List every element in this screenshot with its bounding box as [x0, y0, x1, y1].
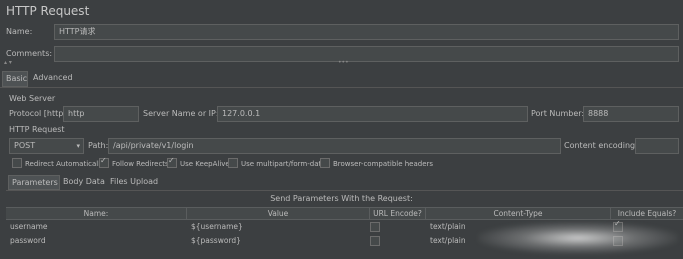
param-value-cell[interactable]: ${password}: [191, 235, 241, 247]
content-encoding-input[interactable]: [635, 138, 679, 154]
content-type-cell[interactable]: text/plain: [430, 235, 466, 247]
http-request-section-label: HTTP Request: [9, 125, 65, 134]
option-use-multipart[interactable]: Use multipart/form-data: [228, 157, 326, 170]
content-encoding-label: Content encoding:: [564, 141, 638, 150]
column-header-include-equals[interactable]: Include Equals?: [611, 208, 683, 220]
column-header-value[interactable]: Value: [187, 208, 370, 220]
tab-body-data[interactable]: Body Data: [63, 176, 105, 188]
port-input[interactable]: 8888: [583, 106, 679, 122]
tab-parameters[interactable]: Parameters: [8, 175, 60, 190]
params-table-header: Name: Value URL Encode? Content-Type Inc…: [6, 207, 683, 220]
subtab-divider: [6, 190, 683, 191]
params-caption: Send Parameters With the Request:: [270, 194, 413, 203]
column-header-url-encode[interactable]: URL Encode?: [370, 208, 426, 220]
protocol-input[interactable]: http: [63, 106, 139, 122]
param-value-cell[interactable]: ${username}: [191, 221, 243, 233]
comments-label: Comments:: [6, 49, 53, 58]
param-name-cell[interactable]: password: [10, 235, 46, 247]
blurred-watermark: [478, 222, 678, 254]
option-follow-redirects[interactable]: Follow Redirects: [99, 155, 169, 170]
option-browser-compatible-headers[interactable]: Browser-compatible headers: [320, 157, 433, 170]
content-type-cell[interactable]: text/plain: [430, 221, 466, 233]
server-name-label: Server Name or IP:: [143, 109, 219, 118]
page-title: HTTP Request: [6, 4, 90, 18]
tab-basic[interactable]: Basic: [2, 71, 28, 87]
chevron-down-icon: ▾: [76, 142, 80, 150]
column-header-content-type[interactable]: Content-Type: [426, 208, 611, 220]
url-encode-cell[interactable]: [370, 236, 380, 247]
splitter[interactable]: ▴ ▾ •••: [0, 59, 683, 69]
name-input[interactable]: HTTP请求: [54, 24, 679, 40]
option-redirect-automatically[interactable]: Redirect Automatically: [12, 157, 104, 170]
url-encode-cell[interactable]: [370, 222, 380, 233]
web-server-section-label: Web Server: [9, 94, 56, 103]
column-header-name[interactable]: Name:: [6, 208, 187, 220]
path-input[interactable]: /api/private/v1/login: [108, 138, 561, 154]
protocol-label: Protocol [http]:: [9, 109, 70, 118]
option-use-keepalive[interactable]: Use KeepAlive: [167, 155, 230, 170]
tab-files-upload[interactable]: Files Upload: [110, 176, 158, 188]
comments-input[interactable]: [54, 46, 679, 62]
method-value: POST: [14, 141, 36, 150]
checkbox-follow-redirects[interactable]: [99, 155, 109, 168]
server-name-input[interactable]: 127.0.0.1: [217, 106, 528, 122]
url-encode-checkbox[interactable]: [370, 222, 380, 232]
checkbox-use-keepalive[interactable]: [167, 155, 177, 168]
url-encode-checkbox[interactable]: [370, 236, 380, 246]
param-name-cell[interactable]: username: [10, 221, 48, 233]
collapse-arrows-icon[interactable]: ▴ ▾: [4, 59, 12, 66]
tab-advanced[interactable]: Advanced: [33, 72, 73, 84]
checkbox-browser-compatible-headers[interactable]: [320, 157, 330, 168]
port-label: Port Number:: [531, 109, 585, 118]
drag-handle-icon[interactable]: •••: [338, 59, 349, 66]
path-label: Path:: [88, 141, 109, 150]
checkbox-use-multipart[interactable]: [228, 157, 238, 168]
checkbox-redirect-automatically[interactable]: [12, 157, 22, 168]
tab-divider: [0, 87, 683, 88]
method-select[interactable]: POST ▾: [9, 138, 84, 154]
name-label: Name:: [6, 27, 33, 36]
